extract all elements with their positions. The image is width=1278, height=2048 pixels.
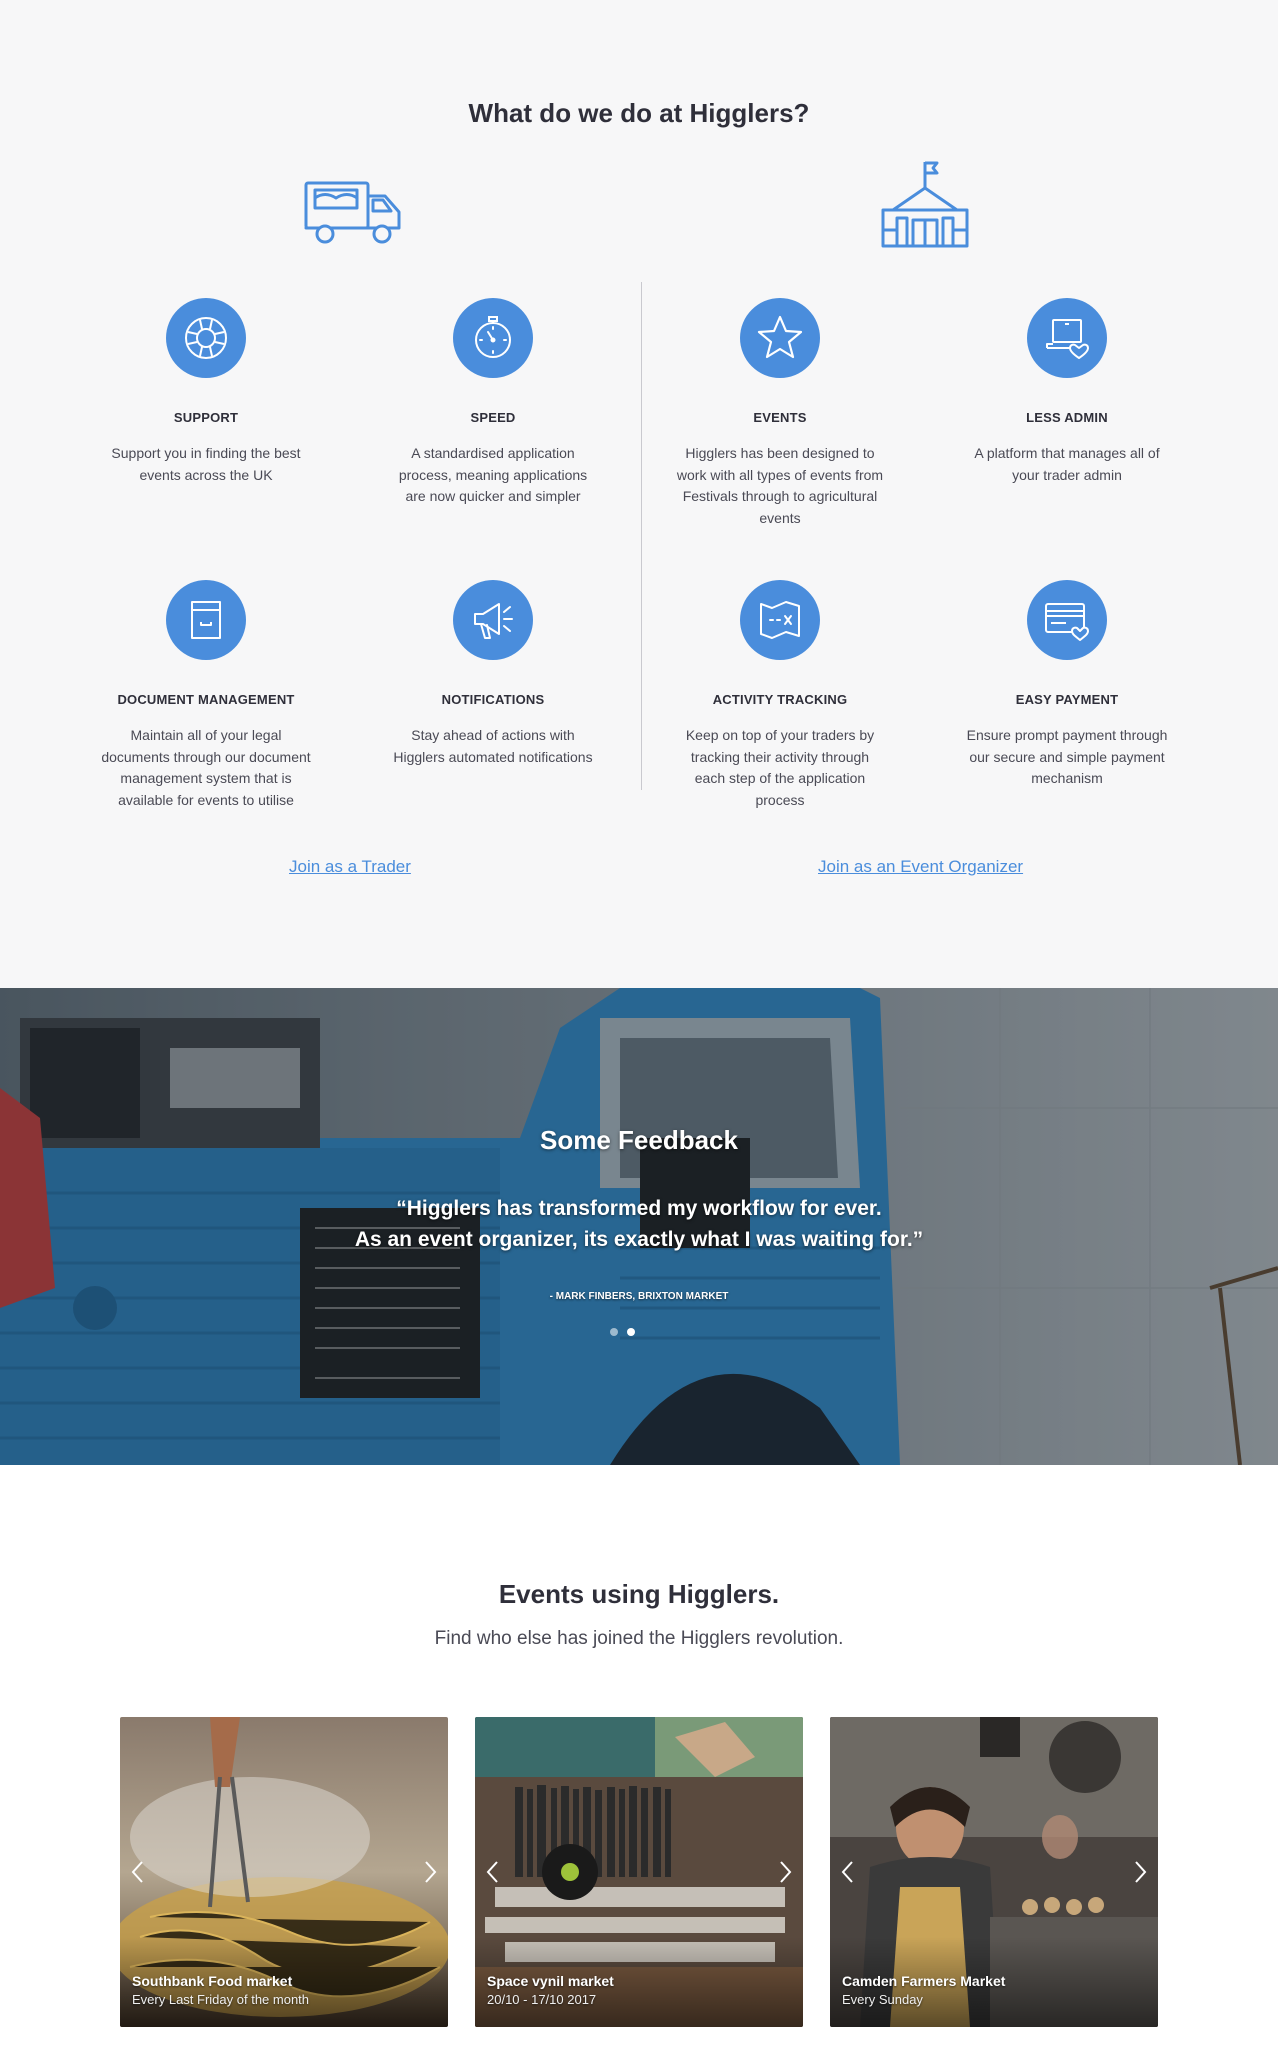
event-card-date: 20/10 - 17/10 2017 <box>487 1992 597 2007</box>
feature-description: A standardised application process, mean… <box>398 445 588 504</box>
events-title: Events using Higglers. <box>498 1579 780 1609</box>
feedback-quote-line: “Higglers has transformed my workflow fo… <box>396 1197 882 1220</box>
credit-card-heart-icon <box>1027 580 1107 660</box>
what-we-do-title: What do we do at Higglers? <box>468 98 810 128</box>
feature-notifications: NOTIFICATIONS Stay ahead of actions with… <box>383 580 603 768</box>
event-card-date: Every Last Friday of the month <box>132 1992 310 2007</box>
carousel-dots <box>610 1328 635 1336</box>
chevron-right-icon[interactable] <box>420 1857 440 1887</box>
stopwatch-icon <box>453 298 533 378</box>
event-card-name: Camden Farmers Market <box>842 1973 1006 1989</box>
join-as-trader-link[interactable]: Join as a Trader <box>289 857 411 877</box>
event-card-space-vynil[interactable]: Space vynil market 20/10 - 17/10 2017 <box>475 1717 803 2027</box>
feature-title: NOTIFICATIONS <box>441 692 545 707</box>
treasure-map-icon <box>740 580 820 660</box>
carousel-dot[interactable] <box>610 1328 618 1336</box>
feature-less-admin: LESS ADMIN A platform that manages all o… <box>957 298 1177 486</box>
feature-title: EVENTS <box>753 410 807 425</box>
feedback-quote-line: As an event organizer, its exactly what … <box>354 1228 924 1251</box>
laptop-heart-icon <box>1027 298 1107 378</box>
event-card-camden[interactable]: Camden Farmers Market Every Sunday <box>830 1717 1158 2027</box>
chevron-left-icon[interactable] <box>128 1857 148 1887</box>
column-divider <box>641 282 642 790</box>
chevron-right-icon[interactable] <box>775 1857 795 1887</box>
feedback-section: Some Feedback “Higglers has transformed … <box>0 988 1278 1465</box>
feature-speed: SPEED A standardised application process… <box>383 298 603 508</box>
feature-title: EASY PAYMENT <box>1015 692 1119 707</box>
chevron-left-icon[interactable] <box>838 1857 858 1887</box>
feature-description: Maintain all of your legal documents thr… <box>101 727 311 808</box>
event-card-southbank[interactable]: Southbank Food market Every Last Friday … <box>120 1717 448 2027</box>
join-as-event-organizer-link[interactable]: Join as an Event Organizer <box>818 857 1023 877</box>
feature-easy-payment: EASY PAYMENT Ensure prompt payment throu… <box>957 580 1177 790</box>
feature-description: Support you in finding the best events a… <box>111 445 301 483</box>
feedback-quote: “Higglers has transformed my workflow fo… <box>0 1193 1278 1255</box>
feature-support: SUPPORT Support you in finding the best … <box>96 298 316 486</box>
lifebuoy-icon <box>166 298 246 378</box>
feature-events: EVENTS Higglers has been designed to wor… <box>670 298 890 529</box>
what-we-do-section: What do we do at Higglers? SUPPORT Suppo… <box>0 0 1278 988</box>
feedback-title: Some Feedback <box>540 1125 738 1155</box>
archive-box-icon <box>166 580 246 660</box>
carousel-dot-active[interactable] <box>627 1328 635 1336</box>
feature-description: Keep on top of your traders by tracking … <box>685 727 875 808</box>
feature-title: SPEED <box>470 410 516 425</box>
feature-title: LESS ADMIN <box>1026 410 1108 425</box>
feature-title: DOCUMENT MANAGEMENT <box>117 692 295 707</box>
events-section: Events using Higglers. Find who else has… <box>0 1465 1278 2048</box>
feature-title: ACTIVITY TRACKING <box>712 692 848 707</box>
star-icon <box>740 298 820 378</box>
megaphone-icon <box>453 580 533 660</box>
feature-title: SUPPORT <box>173 410 239 425</box>
chevron-left-icon[interactable] <box>483 1857 503 1887</box>
chevron-right-icon[interactable] <box>1130 1857 1150 1887</box>
event-tent-icon <box>879 158 971 255</box>
feature-description: Higglers has been designed to work with … <box>676 445 884 526</box>
food-truck-icon <box>303 178 403 253</box>
event-card-date: Every Sunday <box>842 1992 923 2007</box>
feature-description: A platform that manages all of your trad… <box>974 445 1160 483</box>
feedback-author: - MARK FINBERS, BRIXTON MARKET <box>549 1291 729 1302</box>
feature-description: Stay ahead of actions with Higglers auto… <box>393 727 593 765</box>
events-subtitle: Find who else has joined the Higglers re… <box>434 1628 844 1649</box>
feature-document-management: DOCUMENT MANAGEMENT Maintain all of your… <box>96 580 316 811</box>
event-card-name: Southbank Food market <box>132 1973 293 1989</box>
feature-activity-tracking: ACTIVITY TRACKING Keep on top of your tr… <box>670 580 890 811</box>
event-card-name: Space vynil market <box>487 1973 614 1989</box>
feature-description: Ensure prompt payment through our secure… <box>966 727 1168 786</box>
